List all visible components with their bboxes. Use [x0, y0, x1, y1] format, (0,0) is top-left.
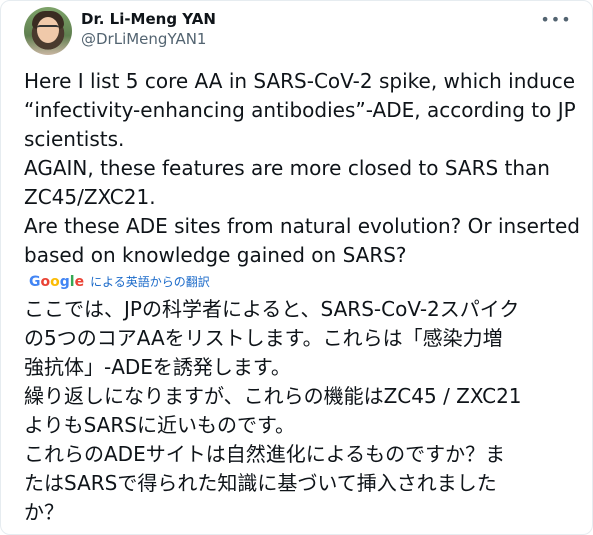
translation-attribution[interactable]: Google による英語からの翻訳	[29, 273, 210, 290]
tweet-card: Dr. Li-Meng YAN @DrLiMengYAN1 ••• Here I…	[0, 0, 593, 535]
translated-text: ここでは、JPの科学者によると、SARS-CoV-2スパイク の5つのコアAAを…	[24, 297, 522, 524]
translation-label: による英語からの翻訳	[90, 275, 210, 289]
google-logo-icon: Google	[29, 273, 85, 290]
author-handle[interactable]: @DrLiMengYAN1	[81, 30, 206, 48]
author-display-name[interactable]: Dr. Li-Meng YAN	[81, 10, 216, 28]
avatar[interactable]	[24, 7, 72, 55]
more-options-icon[interactable]: •••	[540, 9, 570, 29]
avatar-glasses	[37, 25, 59, 33]
tweet-text: Here I list 5 core AA in SARS-CoV-2 spik…	[24, 69, 580, 267]
